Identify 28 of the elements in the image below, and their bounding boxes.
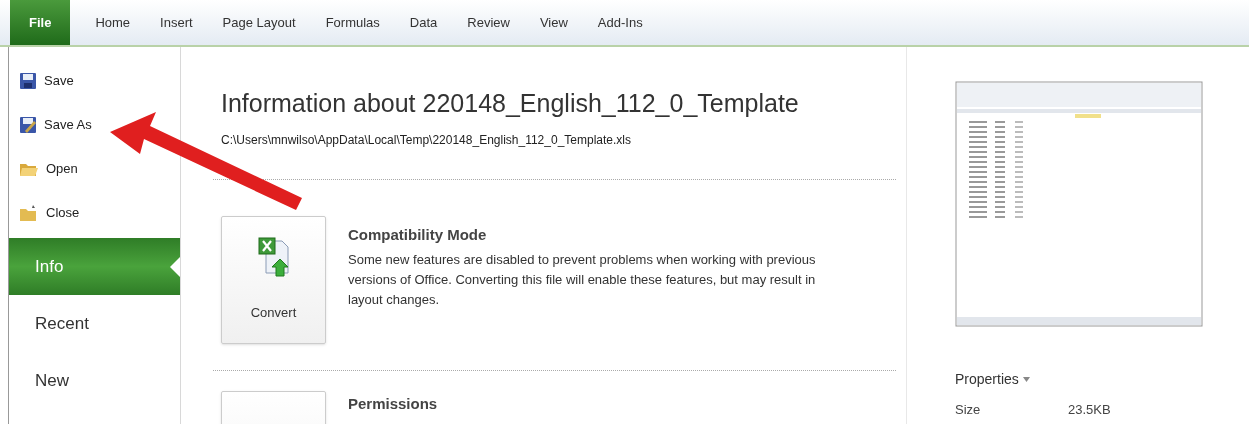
backstage-menu-item[interactable]: Recent	[9, 295, 180, 352]
section-heading: Compatibility Mode	[348, 224, 488, 245]
ribbon-tab[interactable]: File	[10, 0, 71, 45]
section-description: Some new features are disabled to prevent problems when working with previous versions of Office. Converting this file will enable these features, but may result in layout changes.	[348, 251, 817, 309]
floppy-pencil-icon	[19, 116, 37, 134]
folder-icon	[19, 204, 39, 222]
backstage-menu-item[interactable]: Close	[9, 191, 180, 235]
backstage-menu-item[interactable]: Open	[9, 147, 180, 191]
convert-button[interactable]: Convert	[221, 215, 326, 344]
ribbon-tab[interactable]: Formulas	[314, 0, 391, 45]
ribbon-tab[interactable]: Review	[456, 0, 521, 45]
ribbon-tab[interactable]: View	[528, 0, 579, 45]
property-label: Size	[955, 401, 982, 419]
file-path: C:\Users\mnwilso\AppData\Local\Temp\220148_English_112_0_Template.xls	[221, 131, 631, 149]
section-heading: Permissions	[348, 393, 438, 414]
property-value: 23.5KB	[1068, 401, 1111, 419]
ribbon-tab[interactable]: Data	[398, 0, 449, 45]
page-title: Information about 220148_English_112_0_Template	[221, 88, 800, 119]
spreadsheet-upgrade-icon	[257, 236, 290, 277]
ribbon-tab[interactable]: Page Layout	[211, 0, 307, 45]
properties-dropdown[interactable]: Properties	[955, 369, 1030, 390]
ribbon-tab[interactable]: Home	[84, 0, 142, 45]
backstage-menu-item[interactable]: Save	[9, 59, 180, 103]
caret-icon	[1022, 377, 1030, 382]
ribbon-tab[interactable]: Add-Ins	[586, 0, 654, 45]
backstage-menu-item[interactable]: New	[9, 352, 180, 409]
ribbon-tab[interactable]: Insert	[149, 0, 204, 45]
backstage-menu-item[interactable]: Save As	[9, 103, 180, 147]
